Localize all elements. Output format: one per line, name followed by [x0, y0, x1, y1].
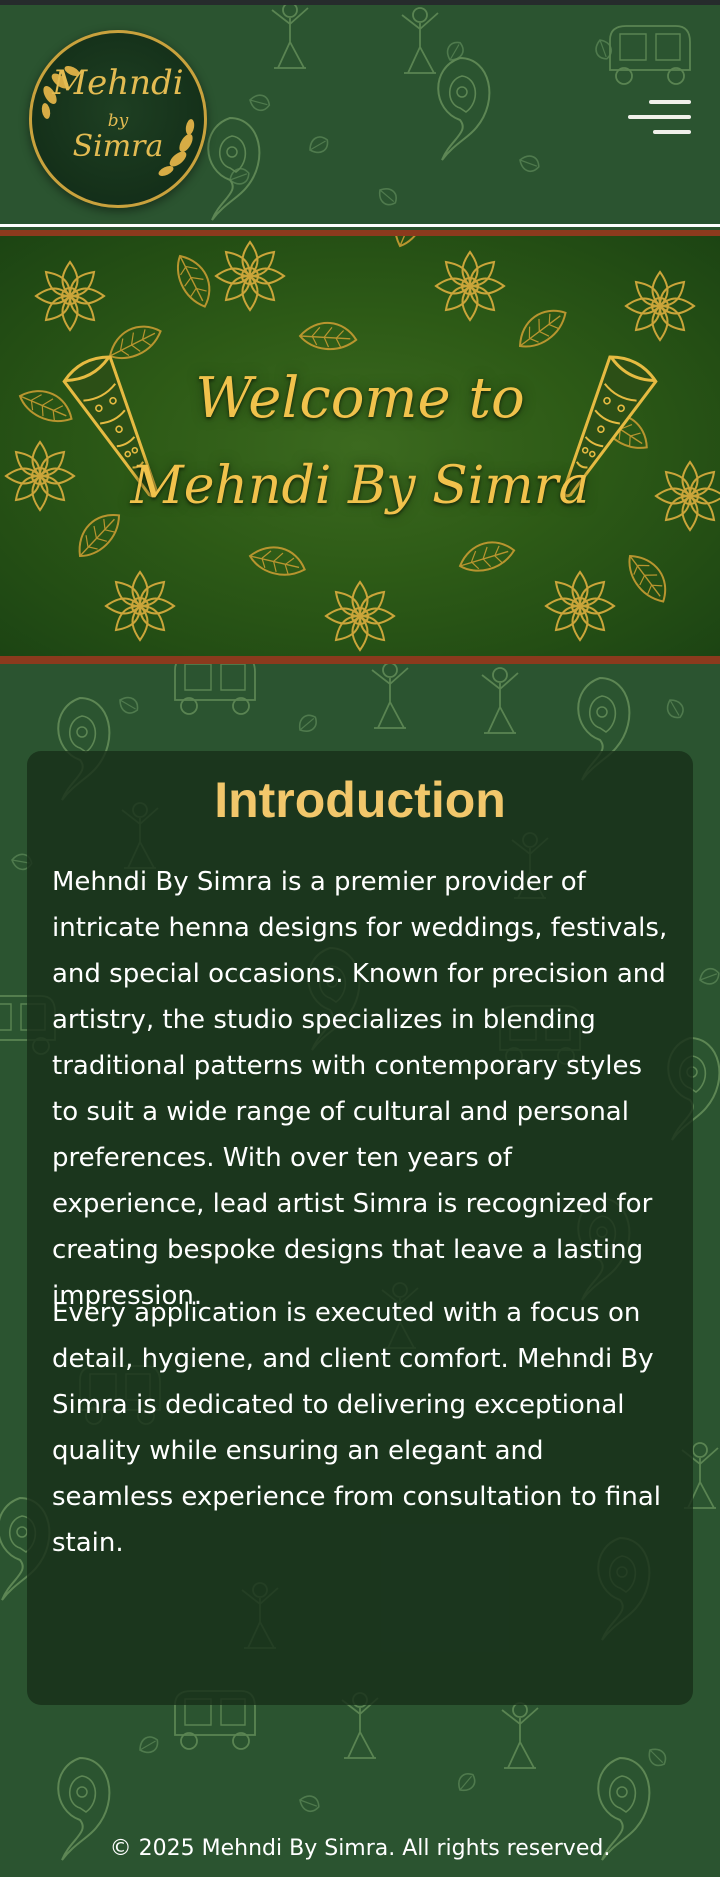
menu-bar-top	[649, 100, 691, 104]
menu-bar-middle	[628, 115, 691, 119]
site-header: Mehndi by Simra	[0, 0, 720, 224]
section-title: Introduction	[214, 772, 506, 828]
hero-title-line1: Welcome to	[195, 366, 525, 431]
hamburger-menu-icon[interactable]	[626, 96, 696, 140]
logo-text-mehndi: Mehndi	[52, 63, 184, 103]
intro-paragraph-1: Mehndi By Simra is a premier provider of…	[52, 867, 668, 1311]
header-divider	[0, 224, 720, 236]
introduction-card: Introduction Mehndi By Simra is a premie…	[27, 751, 693, 1705]
hero-title-line2: Mehndi By Simra	[130, 456, 590, 516]
hero-divider	[0, 656, 720, 664]
site-logo[interactable]: Mehndi by Simra	[29, 30, 207, 208]
logo-text-by: by	[107, 111, 129, 131]
footer-copyright: © 2025 Mehndi By Simra. All rights reser…	[109, 1836, 611, 1861]
header-top-strip	[0, 0, 720, 5]
menu-bar-bottom	[653, 130, 691, 134]
logo-text-simra: Simra	[72, 129, 164, 164]
hero-banner: Welcome to Mehndi By Simra	[0, 236, 720, 656]
intro-paragraph-2: Every application is executed with a foc…	[52, 1298, 662, 1558]
henna-floral-pattern	[5, 236, 720, 651]
